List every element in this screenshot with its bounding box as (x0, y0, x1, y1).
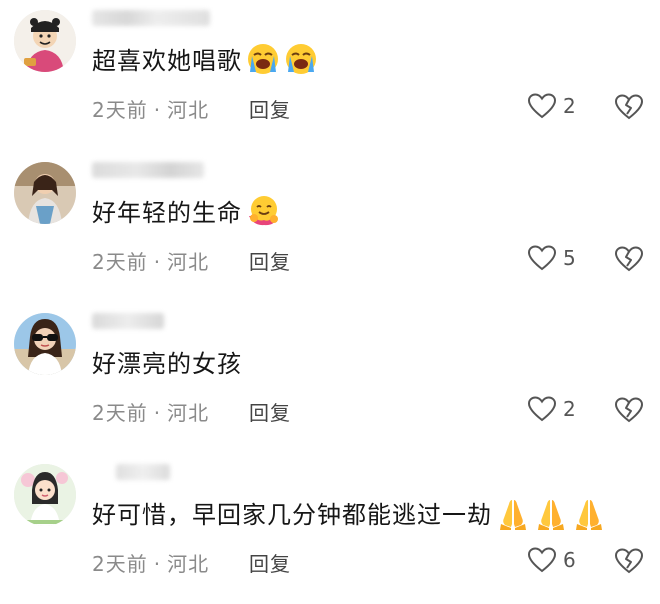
broken-heart-icon[interactable] (614, 395, 644, 425)
folded-hands-icon (500, 500, 526, 530)
avatar[interactable] (14, 162, 76, 224)
reply-button[interactable]: 回复 (249, 397, 291, 426)
comment-item: 好漂亮的女孩 2天前 · 河北 回复 2 (0, 303, 660, 455)
cartoon-avatar-icon (14, 10, 76, 72)
comment-location: 河北 (167, 552, 210, 576)
comment-item: 超喜欢她唱歌 2天前 · 河北 回复 2 (0, 0, 660, 152)
heart-icon (527, 245, 557, 271)
heart-icon (527, 396, 557, 422)
user-photo-avatar-icon (14, 162, 76, 224)
blurred-username (92, 313, 164, 329)
user-photo-avatar-icon (14, 313, 76, 375)
meta-separator: · (153, 250, 162, 274)
comment-time: 2天前 (92, 98, 148, 122)
comment-item: 好可惜，早回家几分钟都能逃过一劫 2天前 · 河北 回复 6 (0, 454, 660, 604)
heart-icon (527, 93, 557, 119)
like-count: 6 (563, 548, 576, 572)
comment-meta: 2天前 · 河北 (92, 94, 209, 123)
blurred-username (92, 10, 210, 26)
like-button[interactable]: 2 (527, 90, 576, 122)
reply-button[interactable]: 回复 (249, 246, 291, 275)
folded-hands-icon (576, 500, 602, 530)
broken-heart-icon[interactable] (614, 546, 644, 576)
like-count: 5 (563, 246, 576, 270)
meta-separator: · (153, 552, 162, 576)
comment-location: 河北 (167, 98, 210, 122)
avatar[interactable] (14, 313, 76, 375)
comment-location: 河北 (167, 250, 210, 274)
broken-heart-icon[interactable] (614, 244, 644, 274)
blurred-username (116, 464, 170, 480)
comment-time: 2天前 (92, 552, 148, 576)
comment-meta: 2天前 · 河北 (92, 246, 209, 275)
like-count: 2 (563, 397, 576, 421)
reply-button[interactable]: 回复 (249, 94, 291, 123)
comment-feed: 超喜欢她唱歌 2天前 · 河北 回复 2 好年轻的生命 2天前 · 河北 回复 … (0, 0, 660, 604)
avatar[interactable] (14, 464, 76, 526)
heart-icon (527, 547, 557, 573)
meta-separator: · (153, 98, 162, 122)
like-button[interactable]: 2 (527, 393, 576, 425)
comment-text: 超喜欢她唱歌 (92, 44, 318, 79)
broken-heart-icon[interactable] (614, 92, 644, 122)
comment-location: 河北 (167, 401, 210, 425)
loudly-crying-face-icon (248, 44, 278, 74)
like-count: 2 (563, 94, 576, 118)
meta-separator: · (153, 401, 162, 425)
like-button[interactable]: 6 (527, 544, 576, 576)
comment-text: 好年轻的生命 (92, 196, 280, 231)
loudly-crying-face-icon (286, 44, 316, 74)
comment-meta: 2天前 · 河北 (92, 397, 209, 426)
like-button[interactable]: 5 (527, 242, 576, 274)
avatar[interactable] (14, 10, 76, 72)
comment-text: 好漂亮的女孩 (92, 350, 242, 378)
blurred-username (92, 162, 204, 178)
comment-text: 好可惜，早回家几分钟都能逃过一劫 (92, 498, 606, 533)
folded-hands-icon (538, 500, 564, 530)
cartoon-avatar-icon (14, 464, 76, 526)
comment-time: 2天前 (92, 250, 148, 274)
comment-item: 好年轻的生命 2天前 · 河北 回复 5 (0, 152, 660, 304)
hugging-face-icon (249, 196, 278, 226)
comment-time: 2天前 (92, 401, 148, 425)
comment-meta: 2天前 · 河北 (92, 548, 209, 577)
reply-button[interactable]: 回复 (249, 548, 291, 577)
